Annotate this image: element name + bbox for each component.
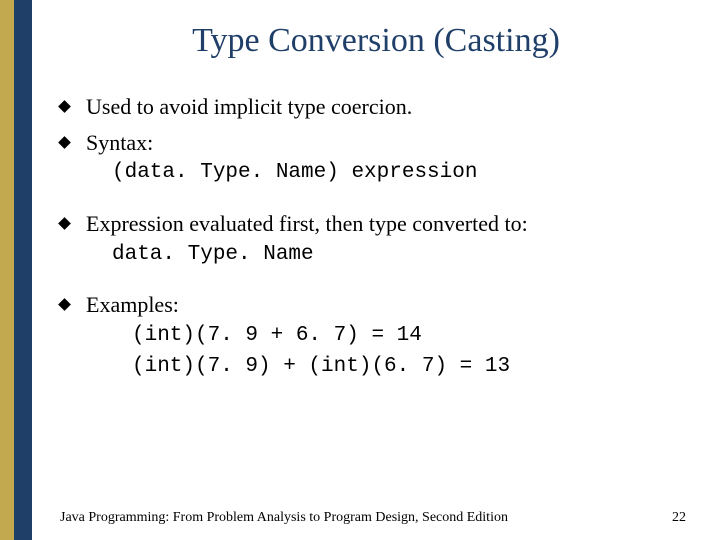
bullet-text: Syntax: bbox=[86, 130, 153, 155]
slide-content: Type Conversion (Casting) Used to avoid … bbox=[32, 0, 720, 540]
bullet-list: Used to avoid implicit type coercion. Sy… bbox=[60, 92, 692, 189]
bullet-list: Examples: (int)(7. 9 + 6. 7) = 14 (int)(… bbox=[60, 290, 692, 383]
accent-bar-blue bbox=[14, 0, 32, 540]
page-number: 22 bbox=[672, 510, 686, 526]
bullet-item: Examples: (int)(7. 9 + 6. 7) = 14 (int)(… bbox=[60, 290, 692, 383]
bullet-item: Used to avoid implicit type coercion. bbox=[60, 92, 692, 122]
bullet-text: Used to avoid implicit type coercion. bbox=[86, 94, 412, 119]
side-accent-bars bbox=[0, 0, 32, 540]
bullet-item: Syntax: (data. Type. Name) expression bbox=[60, 128, 692, 189]
footer-text: Java Programming: From Problem Analysis … bbox=[60, 510, 508, 526]
accent-bar-gold bbox=[0, 0, 14, 540]
bullet-list: Expression evaluated first, then type co… bbox=[60, 209, 692, 270]
example-code-1: (int)(7. 9 + 6. 7) = 14 bbox=[86, 320, 692, 352]
slide-footer: Java Programming: From Problem Analysis … bbox=[60, 510, 692, 526]
example-code-2: (int)(7. 9) + (int)(6. 7) = 13 bbox=[86, 351, 692, 383]
bullet-text: Examples: bbox=[86, 292, 179, 317]
bullet-text: Expression evaluated first, then type co… bbox=[86, 211, 528, 236]
slide-title: Type Conversion (Casting) bbox=[60, 22, 692, 60]
type-name-code: data. Type. Name bbox=[86, 239, 692, 271]
syntax-code: (data. Type. Name) expression bbox=[86, 157, 692, 189]
bullet-item: Expression evaluated first, then type co… bbox=[60, 209, 692, 270]
